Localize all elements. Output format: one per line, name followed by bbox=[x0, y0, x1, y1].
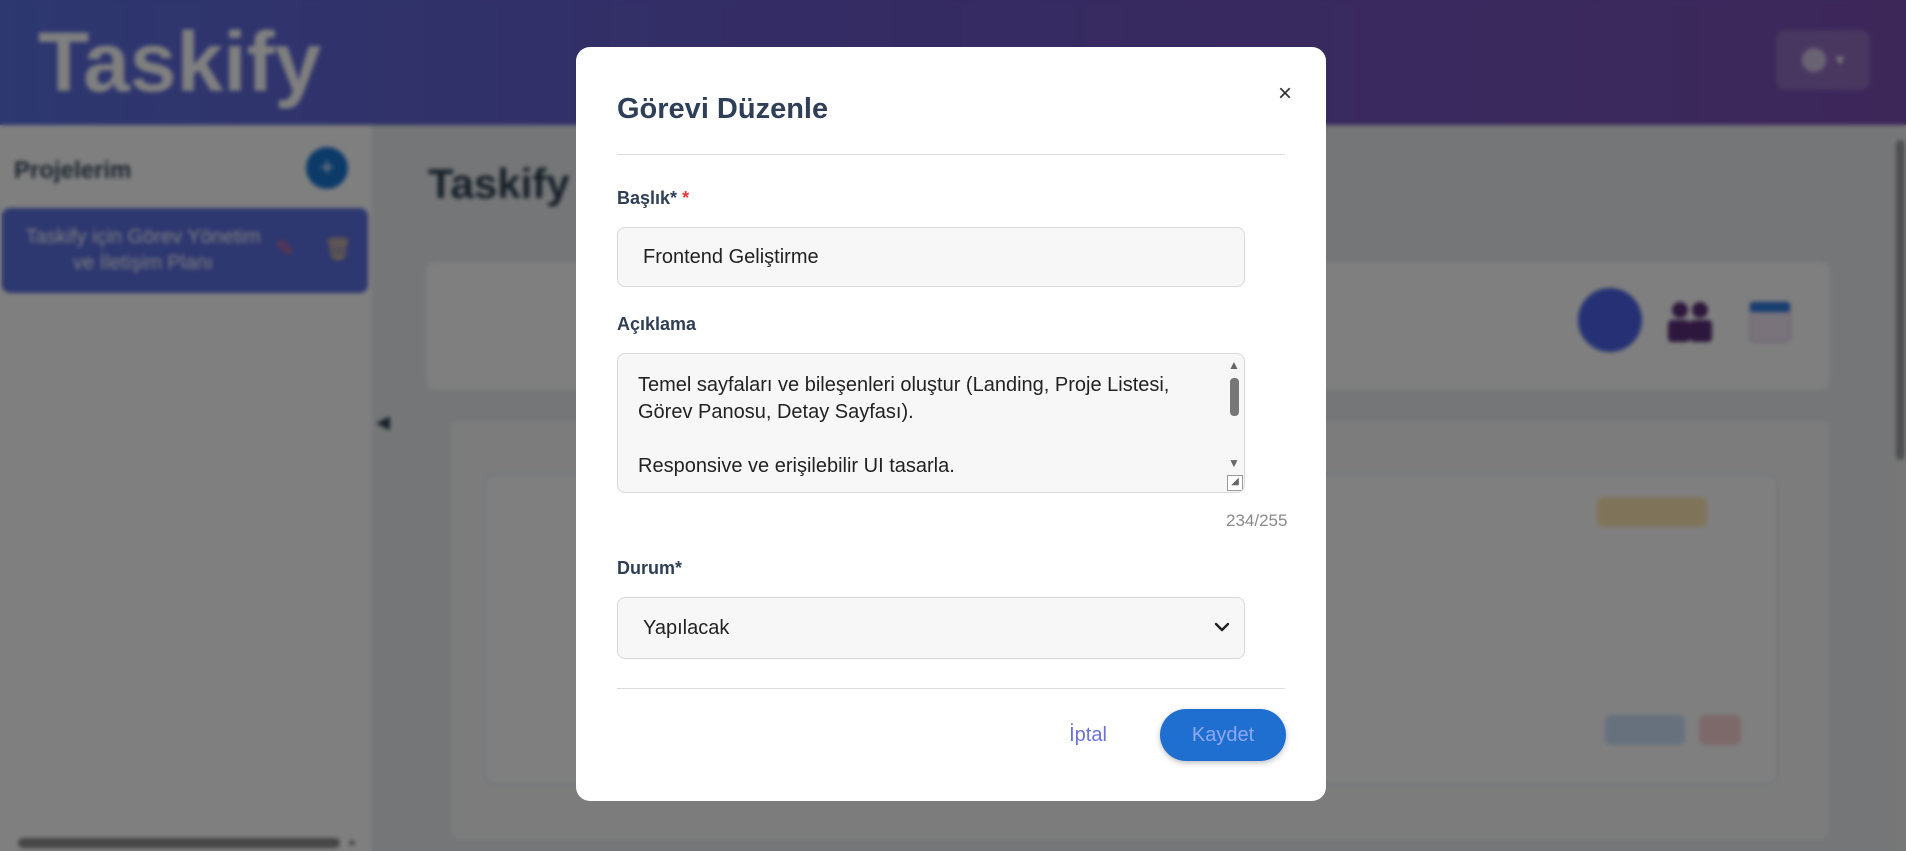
description-text: Temel sayfaları ve bileşenleri oluştur (… bbox=[638, 374, 1170, 477]
divider bbox=[617, 154, 1285, 155]
edit-task-modal: Görevi Düzenle × Başlık* * Frontend Geli… bbox=[576, 47, 1326, 801]
resize-handle-icon[interactable]: ◢ bbox=[1227, 475, 1243, 491]
description-textarea[interactable]: Temel sayfaları ve bileşenleri oluştur (… bbox=[617, 353, 1245, 493]
status-selected-value: Yapılacak bbox=[643, 617, 730, 639]
description-field-label: Açıklama bbox=[617, 314, 697, 334]
save-button[interactable]: Kaydet bbox=[1160, 709, 1286, 761]
required-mark: * bbox=[682, 188, 690, 208]
title-input[interactable]: Frontend Geliştirme bbox=[617, 227, 1245, 287]
chevron-down-icon bbox=[1214, 622, 1230, 632]
modal-title: Görevi Düzenle bbox=[617, 93, 829, 125]
title-label-text: Başlık* bbox=[617, 188, 678, 208]
cancel-button[interactable]: İptal bbox=[1046, 709, 1130, 761]
status-select[interactable]: Yapılacak bbox=[617, 597, 1245, 659]
close-icon[interactable]: × bbox=[1270, 79, 1300, 109]
char-counter: 234/255 bbox=[1226, 511, 1288, 530]
title-field-label: Başlık* * bbox=[617, 188, 689, 209]
textarea-scrollbar[interactable]: ▲ ▼ bbox=[1225, 356, 1243, 490]
divider bbox=[617, 688, 1285, 689]
scroll-up-arrow-icon[interactable]: ▲ bbox=[1228, 358, 1240, 372]
textarea-scrollbar-thumb[interactable] bbox=[1230, 378, 1239, 416]
status-field-label: Durum* bbox=[617, 558, 683, 578]
scroll-down-arrow-icon[interactable]: ▼ bbox=[1228, 456, 1240, 470]
